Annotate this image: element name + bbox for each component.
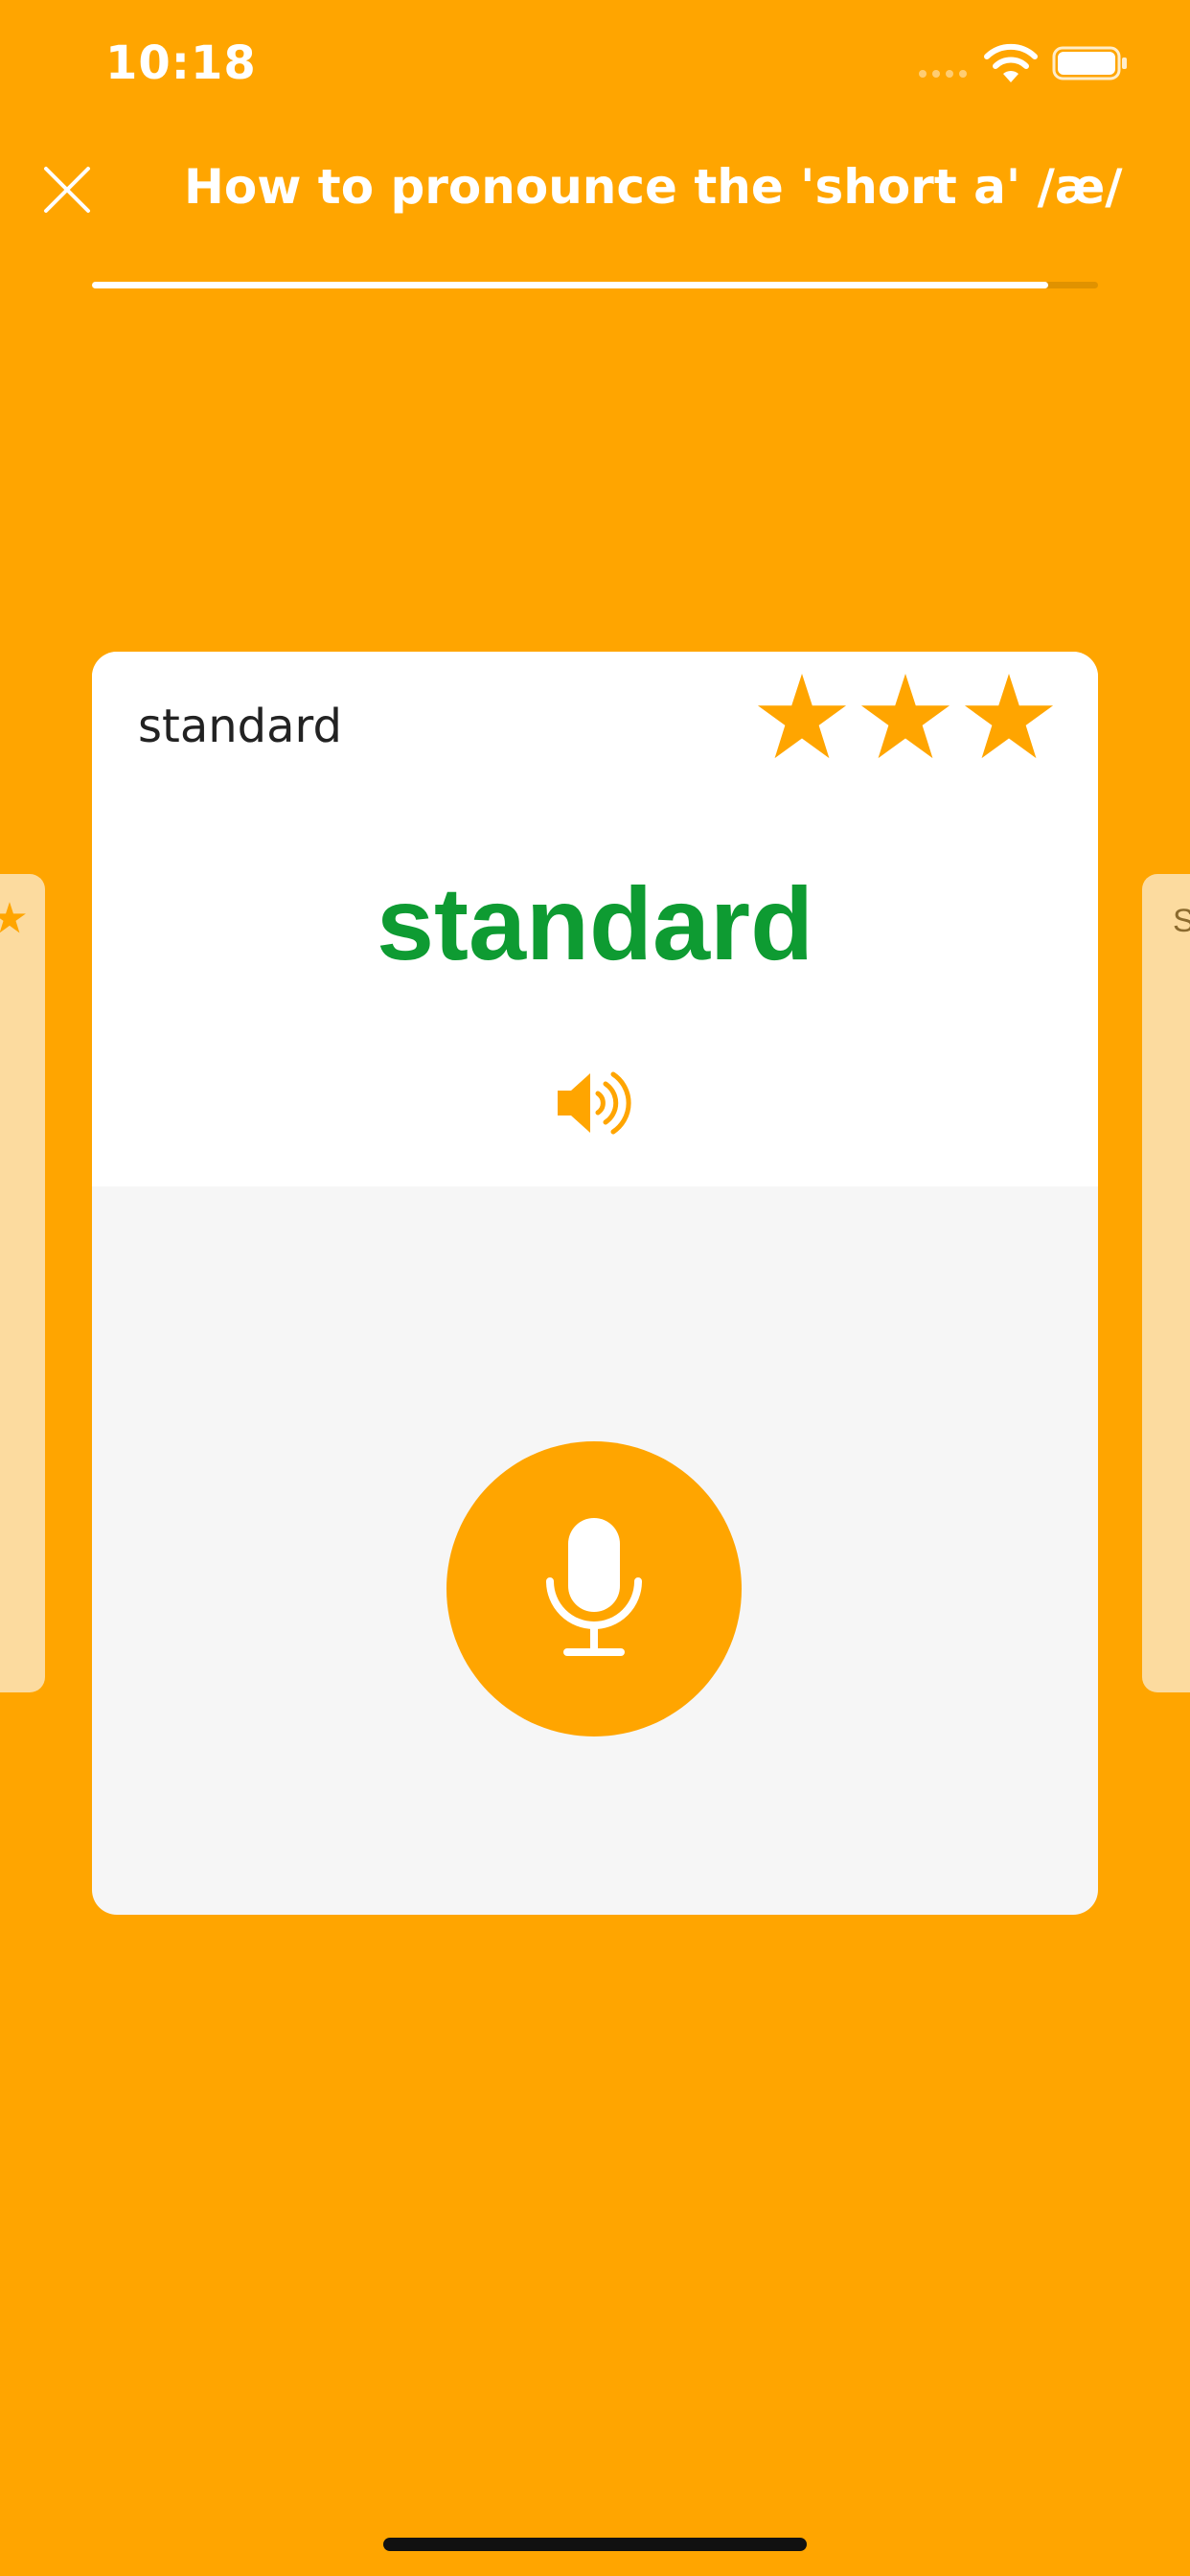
next-card-label: S bbox=[1173, 903, 1190, 939]
target-word: standard bbox=[376, 865, 814, 981]
card-word-section: standard standard bbox=[92, 652, 1098, 1186]
cellular-signal-icon bbox=[919, 70, 967, 78]
star-icon bbox=[964, 673, 1054, 759]
battery-icon bbox=[1052, 46, 1127, 80]
wifi-icon bbox=[984, 43, 1038, 82]
star-icon bbox=[757, 673, 847, 759]
home-indicator[interactable] bbox=[383, 2538, 807, 2551]
lesson-progress-fill bbox=[92, 282, 1048, 288]
next-card[interactable]: S bbox=[1142, 874, 1190, 1692]
screen: 10:18 How to pronounce the 'short a' /æ/… bbox=[0, 0, 1190, 2576]
record-button[interactable] bbox=[446, 1441, 742, 1736]
pronunciation-card: standard standard bbox=[92, 652, 1098, 1915]
speaker-icon[interactable] bbox=[556, 1068, 636, 1138]
star-rating bbox=[755, 671, 1056, 765]
lesson-progress-bar bbox=[92, 282, 1098, 288]
star-icon bbox=[0, 902, 26, 933]
star-icon bbox=[860, 673, 950, 759]
previous-card[interactable] bbox=[0, 874, 45, 1692]
status-time: 10:18 bbox=[105, 36, 257, 90]
microphone-icon bbox=[546, 1518, 642, 1656]
card-label: standard bbox=[138, 700, 342, 753]
lesson-title: How to pronounce the 'short a' /æ/ bbox=[184, 159, 1123, 215]
close-icon[interactable] bbox=[40, 163, 94, 217]
